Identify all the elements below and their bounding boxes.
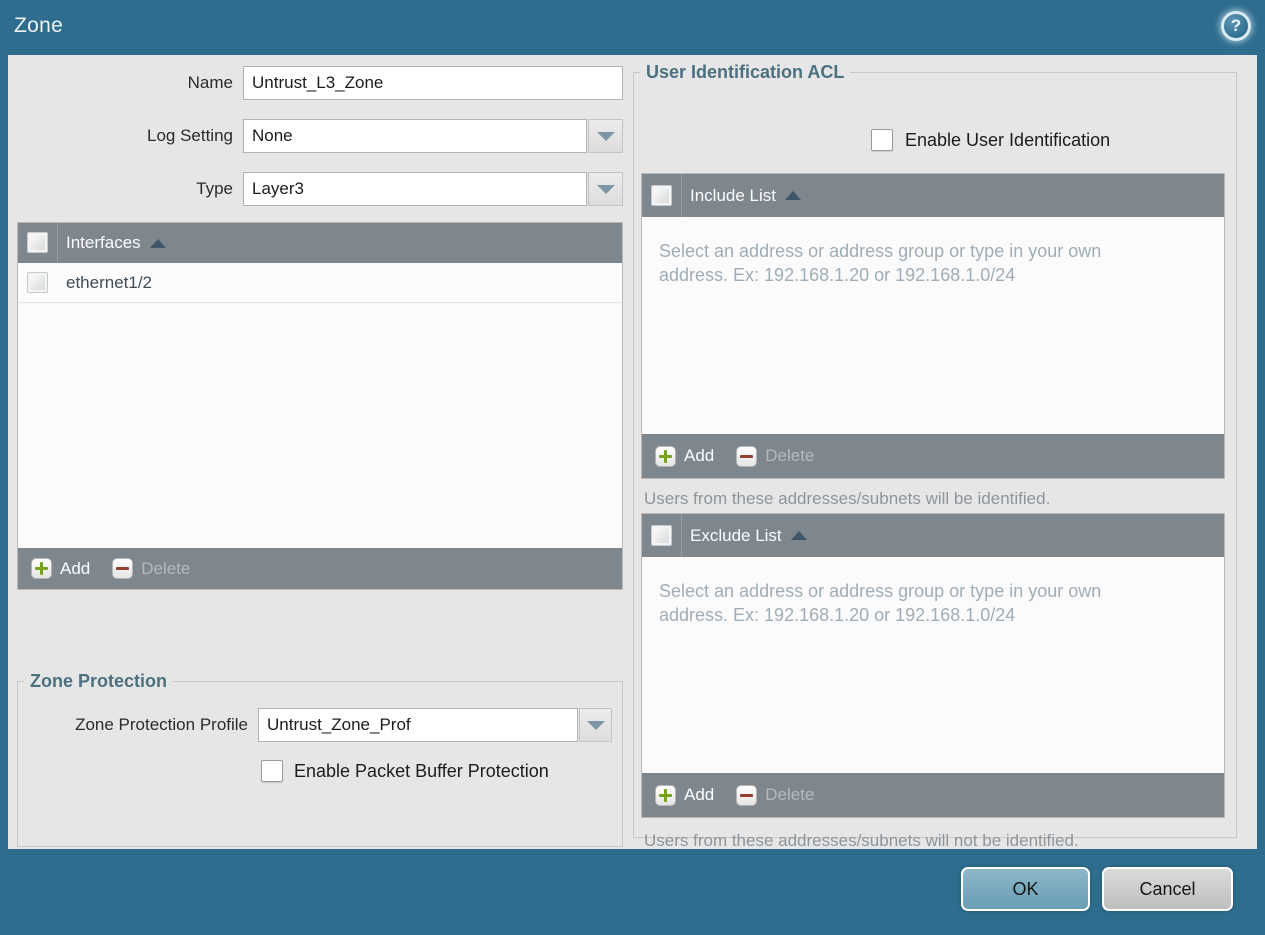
delete-icon — [736, 445, 758, 467]
log-setting-select[interactable]: None — [243, 119, 623, 153]
include-column-header[interactable]: Include List — [690, 174, 801, 217]
zone-protection-profile-dropdown-button[interactable] — [579, 708, 612, 742]
name-input[interactable] — [243, 66, 623, 100]
include-list-toolbar: Add Delete — [642, 434, 1224, 478]
zone-protection-section: Zone Protection Zone Protection Profile … — [17, 671, 623, 847]
enable-packet-buffer-checkbox[interactable] — [261, 760, 283, 782]
interfaces-table-body: ethernet1/2 — [18, 263, 622, 548]
zone-protection-profile-value[interactable]: Untrust_Zone_Prof — [258, 708, 578, 742]
delete-label: Delete — [765, 446, 815, 465]
name-row: Name — [8, 66, 633, 100]
name-label: Name — [187, 73, 233, 92]
sort-ascending-icon — [785, 191, 801, 200]
zone-protection-profile-label: Zone Protection Profile — [75, 715, 248, 734]
packet-buffer-row: Enable Packet Buffer Protection — [18, 760, 622, 782]
exclude-select-all-checkbox[interactable] — [651, 525, 672, 546]
enable-user-identification-checkbox[interactable] — [871, 129, 893, 151]
add-label: Add — [60, 558, 91, 578]
user-identification-legend: User Identification ACL — [646, 62, 845, 82]
delete-label: Delete — [765, 785, 815, 804]
log-setting-value[interactable]: None — [243, 119, 587, 153]
interfaces-select-all-checkbox[interactable] — [27, 232, 48, 253]
chevron-down-icon — [596, 131, 615, 141]
add-interface-button[interactable]: Add — [31, 558, 90, 579]
exclude-list-caption: Users from these addresses/subnets will … — [644, 831, 1079, 850]
delete-include-button[interactable]: Delete — [736, 445, 815, 467]
chevron-down-icon — [596, 184, 615, 194]
add-label: Add — [684, 446, 715, 465]
packet-buffer-label: Enable Packet Buffer Protection — [294, 760, 549, 781]
sort-ascending-icon — [790, 531, 807, 540]
zone-dialog: Zone ? Name Log Setting None Type Layer3 — [0, 0, 1265, 935]
interfaces-table-toolbar: Add Delete — [18, 548, 622, 589]
help-icon[interactable]: ? — [1221, 11, 1251, 41]
include-list-placeholder: Select an address or address group or ty… — [659, 241, 1102, 285]
user-identification-section: User Identification ACL Enable User Iden… — [633, 62, 1237, 850]
title-bar: Zone ? — [0, 0, 1265, 55]
exclude-list-body: Select an address or address group or ty… — [642, 557, 1224, 773]
zone-protection-legend: Zone Protection — [30, 671, 168, 691]
exclude-list-toolbar: Add Delete — [642, 773, 1224, 817]
interface-name: ethernet1/2 — [66, 273, 153, 292]
exclude-header-label: Exclude List — [690, 525, 782, 545]
include-list-table: Include List Select an address or addres… — [641, 173, 1225, 479]
log-setting-dropdown-button[interactable] — [588, 119, 623, 153]
cancel-button[interactable]: Cancel — [1102, 867, 1233, 911]
interfaces-header-checkbox-cell — [18, 223, 58, 263]
interfaces-table: Interfaces ethernet1/2 Add Delete — [17, 222, 623, 590]
dialog-content: Name Log Setting None Type Layer3 — [8, 55, 1257, 850]
type-select[interactable]: Layer3 — [243, 172, 623, 206]
include-list-header[interactable]: Include List — [642, 174, 1224, 217]
exclude-column-header[interactable]: Exclude List — [690, 514, 807, 557]
log-setting-label: Log Setting — [146, 126, 233, 145]
add-include-button[interactable]: Add — [655, 445, 715, 467]
add-label: Add — [684, 785, 715, 804]
exclude-list-table: Exclude List Select an address or addres… — [641, 513, 1225, 818]
exclude-list-placeholder: Select an address or address group or ty… — [659, 581, 1102, 625]
type-label: Type — [196, 179, 233, 198]
add-icon — [655, 445, 676, 467]
add-exclude-button[interactable]: Add — [655, 784, 715, 806]
sort-ascending-icon — [149, 238, 166, 248]
delete-icon — [736, 784, 758, 806]
exclude-header-checkbox-cell — [642, 514, 682, 557]
enable-user-identification-row: Enable User Identification — [871, 129, 1110, 151]
chevron-down-icon — [586, 720, 605, 730]
dialog-title: Zone — [14, 14, 64, 37]
log-setting-row: Log Setting None — [8, 119, 633, 153]
include-select-all-checkbox[interactable] — [651, 185, 672, 206]
include-header-checkbox-cell — [642, 174, 682, 217]
ok-button[interactable]: OK — [961, 867, 1090, 911]
enable-user-identification-label: Enable User Identification — [905, 129, 1111, 150]
type-value[interactable]: Layer3 — [243, 172, 587, 206]
delete-exclude-button[interactable]: Delete — [736, 784, 815, 806]
interfaces-header-label: Interfaces — [66, 233, 141, 252]
table-row[interactable]: ethernet1/2 — [18, 263, 622, 303]
delete-icon — [112, 558, 134, 579]
include-list-body: Select an address or address group or ty… — [642, 217, 1224, 434]
interfaces-column-header[interactable]: Interfaces — [66, 223, 166, 263]
interfaces-table-header[interactable]: Interfaces — [18, 223, 622, 263]
include-header-label: Include List — [690, 185, 776, 205]
include-list-caption: Users from these addresses/subnets will … — [644, 489, 1051, 508]
interface-row-checkbox[interactable] — [27, 272, 48, 293]
zone-protection-profile-select[interactable]: Untrust_Zone_Prof — [258, 708, 612, 742]
zone-protection-profile-row: Zone Protection Profile Untrust_Zone_Pro… — [18, 708, 622, 742]
exclude-list-header[interactable]: Exclude List — [642, 514, 1224, 557]
delete-label: Delete — [141, 558, 191, 578]
type-row: Type Layer3 — [8, 172, 633, 206]
add-icon — [31, 558, 52, 579]
delete-interface-button[interactable]: Delete — [112, 558, 190, 579]
add-icon — [655, 784, 676, 806]
type-dropdown-button[interactable] — [588, 172, 623, 206]
